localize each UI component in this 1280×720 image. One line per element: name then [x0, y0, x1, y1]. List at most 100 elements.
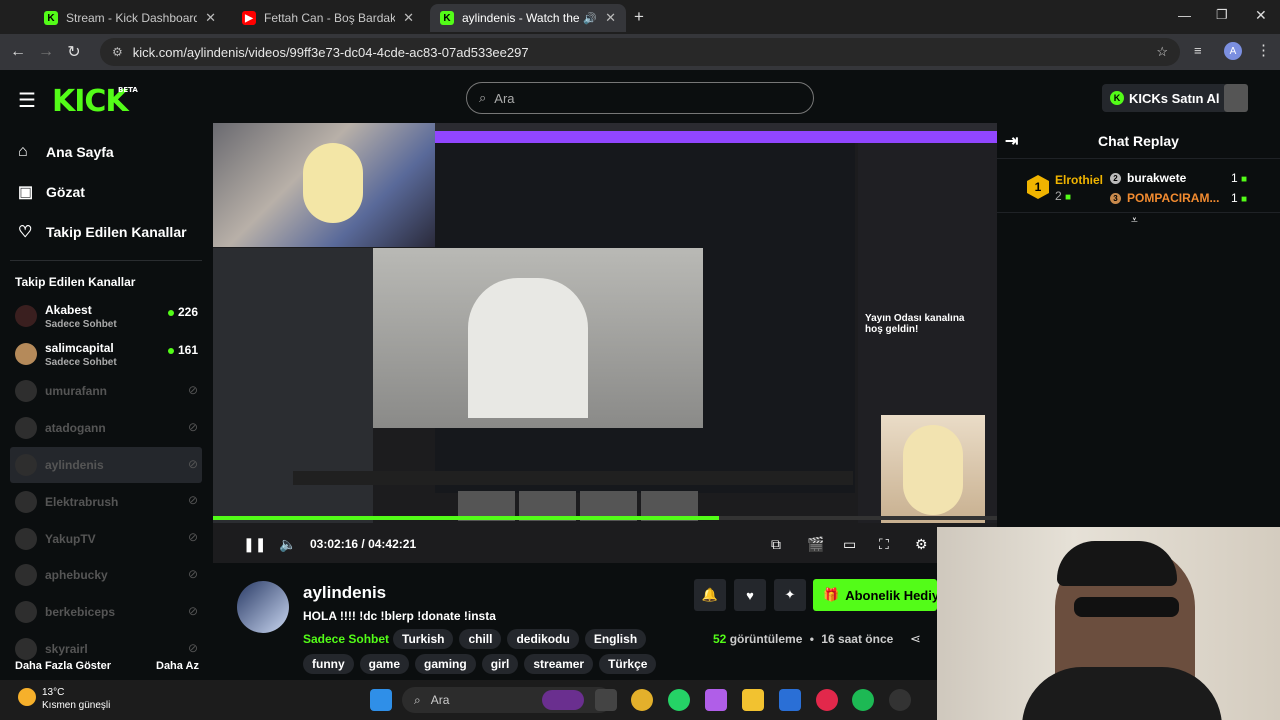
copilot-icon[interactable] — [705, 689, 727, 711]
gift-leaderboard: 1 Elrothiel 2 ■ 2 burakwete 1 ■ 3 POMPAC… — [997, 163, 1280, 227]
channel-avatar — [15, 637, 37, 660]
offline-eye-icon: ⊘ — [187, 493, 198, 508]
site-info-icon[interactable]: ⚙ — [112, 45, 123, 59]
show-more-link[interactable]: Daha Fazla Göster — [15, 660, 111, 672]
live-dot-icon — [167, 310, 174, 316]
expand-leaderboard-icon[interactable]: ⩡ — [1131, 213, 1138, 228]
bookmark-star-icon[interactable]: ☆ — [1156, 44, 1168, 60]
show-less-link[interactable]: Daha Az — [156, 660, 199, 672]
new-tab-icon[interactable]: + — [634, 7, 644, 27]
webcam-shirt — [1022, 667, 1222, 720]
spotify-icon[interactable] — [852, 689, 874, 711]
collapse-chat-icon[interactable]: ⇥ — [1005, 131, 1018, 151]
leader-name[interactable]: burakwete — [1127, 171, 1186, 185]
sidebar-item-home[interactable]: ⌂ Ana Sayfa — [0, 132, 212, 172]
profile-avatar-icon[interactable]: A — [1224, 42, 1242, 60]
kick-logo[interactable]: KICK BETA — [52, 84, 138, 119]
stream-title: HOLA !!!! !dc !blerp !donate !insta — [303, 609, 496, 623]
file-explorer-icon[interactable] — [742, 689, 764, 711]
tag[interactable]: Türkçe — [599, 654, 657, 674]
stream-category[interactable]: Sadece Sohbet — [303, 632, 389, 646]
tab-aylindenis-vod[interactable]: K aylindenis - Watch the VOD 🔊 ✕ — [430, 4, 626, 32]
search-icon: ⌕ — [414, 692, 421, 707]
close-tab-icon[interactable]: ✕ — [605, 10, 616, 26]
whatsapp-icon[interactable] — [668, 689, 690, 711]
leader-name[interactable]: Elrothiel — [1055, 173, 1103, 187]
close-tab-icon[interactable]: ✕ — [403, 10, 414, 26]
channel-yakuptv[interactable]: YakupTV ⊘ — [0, 520, 212, 557]
tag[interactable]: English — [584, 629, 647, 649]
task-view-icon[interactable] — [595, 689, 617, 711]
tag[interactable]: dedikodu — [507, 629, 579, 649]
channel-avatar — [15, 564, 37, 587]
tag[interactable]: gaming — [415, 654, 476, 674]
tag[interactable]: girl — [481, 654, 519, 674]
tab-kick-dashboard[interactable]: K Stream - Kick Dashboard ✕ — [34, 4, 226, 32]
weather-description: Kısmen güneşli — [42, 700, 111, 711]
weather-widget[interactable]: 13°C Kısmen güneşli — [18, 686, 110, 712]
media-control-icon[interactable]: ≡ — [1194, 43, 1202, 58]
tag[interactable]: funny — [303, 654, 354, 674]
tab-youtube[interactable]: ▶ Fettah Can - Boş Bardak - YouTube ✕ — [232, 4, 424, 32]
sidebar: ⌂ Ana Sayfa ▣ Gözat ♡ Takip Edilen Kanallar… — [0, 126, 212, 680]
opera-icon[interactable] — [816, 689, 838, 711]
theater-mode-icon[interactable]: ▭ — [843, 536, 856, 553]
back-icon[interactable]: ← — [4, 43, 32, 61]
maximize-icon[interactable]: ❐ — [1216, 7, 1228, 23]
tag[interactable]: Turkish — [393, 629, 454, 649]
sidebar-item-following[interactable]: ♡ Takip Edilen Kanallar — [0, 212, 212, 252]
channel-avatar[interactable] — [237, 581, 289, 633]
tag[interactable]: streamer — [524, 654, 594, 674]
viewer-count: 161 — [167, 343, 198, 357]
channel-aphebucky[interactable]: aphebucky ⊘ — [0, 557, 212, 594]
miniplayer-icon[interactable]: ⧉ — [771, 536, 781, 553]
viewer-count: 226 — [167, 305, 198, 319]
channel-atadogann[interactable]: atadogann ⊘ — [0, 410, 212, 447]
buy-kicks-button[interactable]: K KICKs Satın Al — [1102, 84, 1228, 112]
settings-icon[interactable]: ⚙ — [915, 536, 928, 553]
store-icon[interactable] — [779, 689, 801, 711]
reload-icon[interactable]: ↻ — [60, 42, 88, 62]
user-avatar[interactable] — [1224, 84, 1248, 112]
clip-icon[interactable]: 🎬 — [807, 536, 824, 553]
channel-salimcapital[interactable]: salimcapital Sadece Sohbet 161 — [0, 335, 212, 373]
pause-icon[interactable]: ❚❚ — [243, 536, 266, 553]
channel-name: berkebiceps — [45, 605, 116, 620]
sidebar-item-browse[interactable]: ▣ Gözat — [0, 172, 212, 212]
search-input[interactable]: ⌕ Ara — [466, 82, 814, 114]
sparkle-icon[interactable]: ✦ — [774, 579, 806, 611]
channel-elektrabrush[interactable]: Elektrabrush ⊘ — [0, 483, 212, 520]
leader-name[interactable]: POMPACIRAM... — [1127, 191, 1222, 205]
close-window-icon[interactable]: ✕ — [1255, 7, 1267, 24]
channel-akabest[interactable]: Akabest Sadece Sohbet 226 — [0, 297, 212, 335]
minimize-icon[interactable]: — — [1178, 8, 1191, 23]
gift-icon: 🎁 — [823, 587, 840, 602]
channel-umurafann[interactable]: umurafann ⊘ — [0, 373, 212, 410]
audio-playing-icon[interactable]: 🔊 — [583, 12, 597, 25]
seek-bar[interactable] — [213, 516, 997, 520]
volume-icon[interactable]: 🔈 — [279, 536, 296, 553]
leader-count: 1 ■ — [1231, 171, 1248, 185]
taskbar-search[interactable]: ⌕ Ara — [402, 687, 612, 713]
channel-name[interactable]: aylindenis — [303, 583, 386, 603]
video-player[interactable]: Yayın Odası kanalına hoş geldin! ❚❚ 🔈 03… — [213, 123, 997, 563]
tag[interactable]: game — [359, 654, 410, 674]
gift-subscription-button[interactable]: 🎁 Abonelik Hediye — [813, 579, 937, 611]
url-field[interactable]: ⚙ kick.com/aylindenis/videos/99ff3e73-dc… — [100, 38, 1180, 66]
share-icon[interactable]: ⋖ — [910, 631, 921, 647]
steam-icon[interactable] — [889, 689, 911, 711]
channel-berkebiceps[interactable]: berkebiceps ⊘ — [0, 594, 212, 631]
chrome-icon[interactable] — [631, 689, 653, 711]
home-icon: ⌂ — [18, 143, 28, 160]
fullscreen-icon[interactable]: ⛶ — [879, 536, 889, 553]
windows-start-icon[interactable] — [370, 689, 392, 711]
tab-title: aylindenis - Watch the VOD — [462, 11, 580, 25]
close-tab-icon[interactable]: ✕ — [205, 10, 216, 26]
browser-menu-icon[interactable]: ⋮ — [1256, 41, 1271, 59]
tag[interactable]: chill — [459, 629, 502, 649]
forward-icon[interactable]: → — [32, 43, 60, 61]
follow-heart-icon[interactable]: ♥ — [734, 579, 766, 611]
channel-aylindenis[interactable]: aylindenis ⊘ — [10, 446, 202, 484]
menu-hamburger-icon[interactable]: ☰ — [18, 88, 36, 113]
notification-bell-icon[interactable]: 🔔 — [694, 579, 726, 611]
